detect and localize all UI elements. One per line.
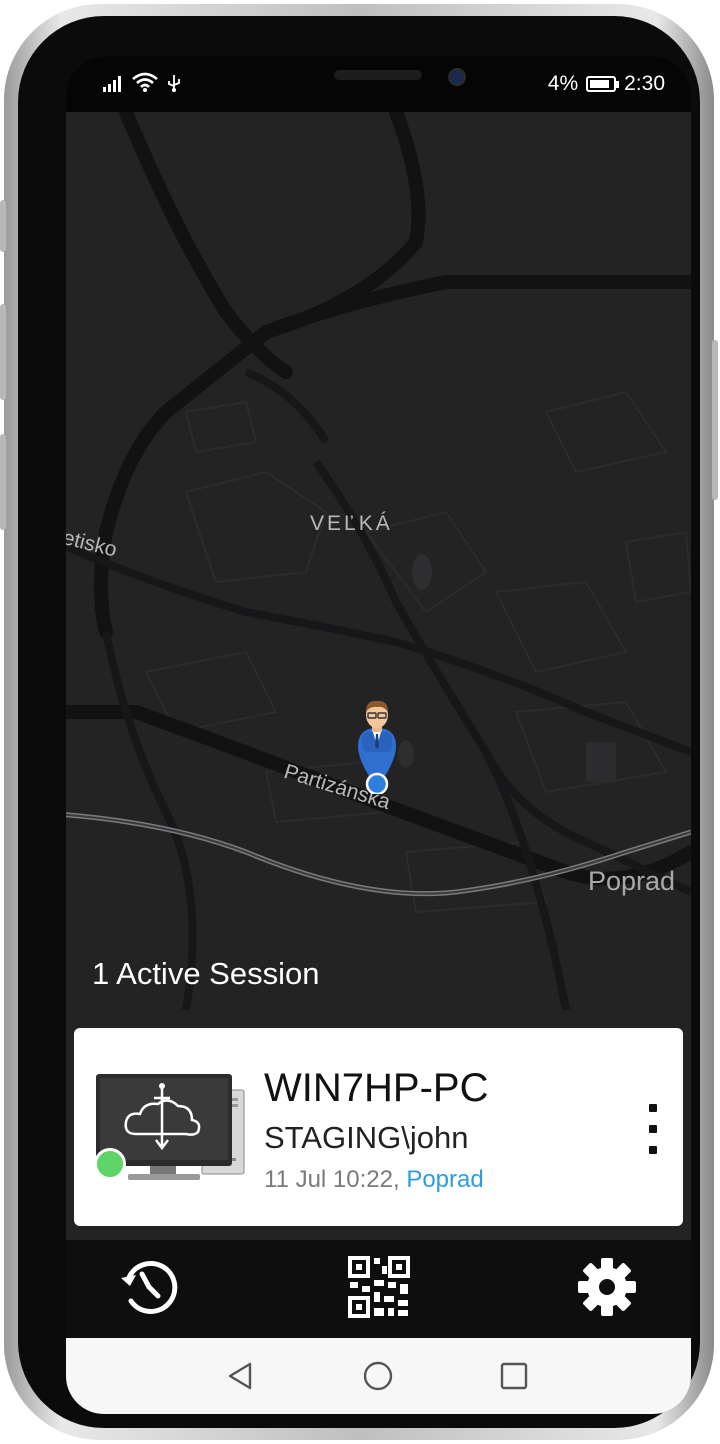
clock: 2:30 bbox=[624, 72, 665, 95]
session-user: STAGING\john bbox=[264, 1120, 469, 1155]
system-nav-bar bbox=[66, 1338, 691, 1414]
status-bar: 4% 2:30 bbox=[66, 56, 691, 112]
screen: 4% 2:30 VEĽKÁ etisko Partizánska Poprad … bbox=[66, 56, 691, 1414]
history-icon[interactable] bbox=[118, 1256, 180, 1318]
bezel: 4% 2:30 VEĽKÁ etisko Partizánska Poprad … bbox=[18, 16, 700, 1428]
battery-icon bbox=[586, 76, 620, 92]
earpiece bbox=[334, 70, 422, 80]
session-card[interactable]: WIN7HP-PC STAGING\john 11 Jul 10:22, Pop… bbox=[74, 1028, 683, 1226]
online-status-dot bbox=[94, 1148, 126, 1180]
session-meta: 11 Jul 10:22, Poprad bbox=[264, 1166, 484, 1194]
signal-icon bbox=[103, 76, 121, 92]
user-location-pin[interactable] bbox=[354, 698, 400, 794]
settings-icon[interactable] bbox=[576, 1256, 638, 1318]
volume-button bbox=[0, 434, 6, 530]
side-button bbox=[0, 200, 6, 252]
session-location-link[interactable]: Poprad bbox=[406, 1166, 483, 1193]
more-options-icon[interactable] bbox=[638, 1104, 668, 1154]
session-hostname: WIN7HP-PC bbox=[264, 1066, 489, 1110]
map-view[interactable]: VEĽKÁ etisko Partizánska Poprad bbox=[66, 105, 691, 1011]
active-sessions-header: 1 Active Session bbox=[92, 956, 320, 991]
volume-button bbox=[0, 304, 6, 400]
map-label-town: Poprad bbox=[588, 866, 676, 896]
bottom-nav bbox=[66, 1240, 691, 1338]
recents-icon[interactable] bbox=[498, 1360, 530, 1392]
phone-frame: 4% 2:30 VEĽKÁ etisko Partizánska Poprad … bbox=[0, 4, 718, 1440]
front-camera bbox=[448, 68, 466, 86]
qr-code-icon[interactable] bbox=[348, 1256, 410, 1318]
battery-percent: 4% bbox=[547, 72, 579, 95]
map-label-district: VEĽKÁ bbox=[310, 512, 393, 535]
session-datetime: 11 Jul 10:22, bbox=[264, 1166, 407, 1193]
home-icon[interactable] bbox=[362, 1360, 394, 1392]
wifi-icon bbox=[132, 72, 158, 92]
back-icon[interactable] bbox=[224, 1360, 256, 1392]
power-button bbox=[712, 340, 718, 500]
usb-icon bbox=[168, 75, 180, 92]
